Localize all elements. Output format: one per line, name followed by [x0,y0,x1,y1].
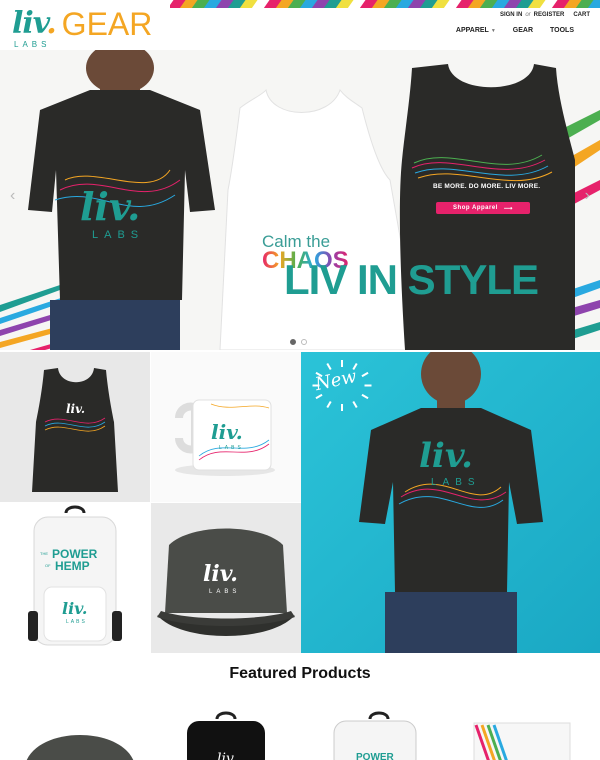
hero-slider: liv. LABS Calm the CHAOS BE MORE. DO MOR… [0,50,600,350]
model-labs: LABS [431,477,481,488]
backpack-labs: LABS [66,619,87,625]
featured-black-backpack-image: liv. [187,711,265,760]
featured-item-hat[interactable] [15,705,145,760]
mug-logo: liv. [211,420,243,444]
svg-text:liv.: liv. [217,751,237,760]
sign-in-link[interactable]: SIGN IN [500,12,522,18]
backpack-hemp: HEMP [55,559,90,573]
nav-gear[interactable]: GEAR [513,27,533,34]
tank-top-image [32,368,118,492]
logo-liv-text: liv. [12,6,57,41]
main-nav: APPAREL ▼ GEAR TOOLS [456,27,574,34]
logo-gear-text: GEAR [61,6,153,42]
tile-new-arrival[interactable]: New liv. LABS [301,352,600,653]
hat-logo: liv. [203,561,238,587]
register-link[interactable]: REGISTER [534,12,565,18]
logo-labs-text: LABS [14,40,51,49]
hero-headline: LIV IN STYLE [284,256,539,303]
backpack-image [28,505,122,646]
backpack-the: THE [40,551,48,556]
featured-backpack-power: POWER [356,752,394,760]
arrow-right-icon: ⟶ [503,205,513,212]
model-image [359,352,543,653]
chevron-right-icon[interactable]: › [585,187,590,205]
mug-labs: LABS [219,445,244,451]
nav-tools[interactable]: TOOLS [550,27,574,34]
shop-apparel-label: Shop Apparel [453,205,498,211]
cart-link[interactable]: CART [573,12,590,18]
slider-dot-2[interactable] [301,339,307,345]
tile-mug[interactable]: liv. LABS [151,352,301,502]
site-logo[interactable]: liv. LABS GEAR [12,6,152,49]
new-badge-ray [364,384,372,387]
tile-tank-top[interactable]: liv. [0,352,150,502]
featured-drawstring-bag-image [473,722,571,760]
or-text: or [525,12,531,18]
white-tank [219,88,421,350]
tank-top-logo: liv. [66,402,86,416]
featured-item-black-backpack[interactable]: liv. [165,705,295,760]
featured-hat-image [27,735,133,760]
featured-item-white-backpack[interactable]: POWER [318,705,448,760]
backpack-of: OF [45,563,51,568]
new-badge-ray [341,360,343,367]
account-links: SIGN IN or REGISTER CART [500,12,590,18]
slider-dots [290,339,307,345]
new-badge-ray [312,384,320,387]
tee-logo-liv: liv. [80,184,141,229]
featured-item-drawstring-bag[interactable] [468,705,598,760]
new-badge-ray [341,404,343,411]
hat-labs: LABS [209,589,241,595]
tile-backpack[interactable]: THE POWER OF HEMP liv. LABS [0,503,150,653]
featured-products-row: liv. POWER [0,705,600,760]
hero-tagline: BE MORE. DO MORE. LIV MORE. [433,183,541,190]
chevron-down-icon: ▼ [490,28,496,34]
tee-logo-labs: LABS [92,229,145,241]
tile-hat[interactable]: liv. LABS [151,503,301,653]
decorative-stripes [170,0,600,8]
slider-dot-1[interactable] [290,339,296,345]
shop-apparel-button[interactable]: Shop Apparel ⟶ [436,202,530,214]
site-header: liv. LABS GEAR SIGN IN or REGISTER CART … [0,0,600,50]
chevron-left-icon[interactable]: ‹ [10,187,15,205]
model-logo: liv. [419,436,474,476]
product-grid: liv. liv. LABS THE POWER OF HEMP liv. LA… [0,350,600,653]
nav-apparel-label: APPAREL [455,27,489,34]
nav-apparel[interactable]: APPAREL ▼ [456,27,496,34]
backpack-logo: liv. [62,599,88,618]
featured-products-heading: Featured Products [229,665,371,682]
